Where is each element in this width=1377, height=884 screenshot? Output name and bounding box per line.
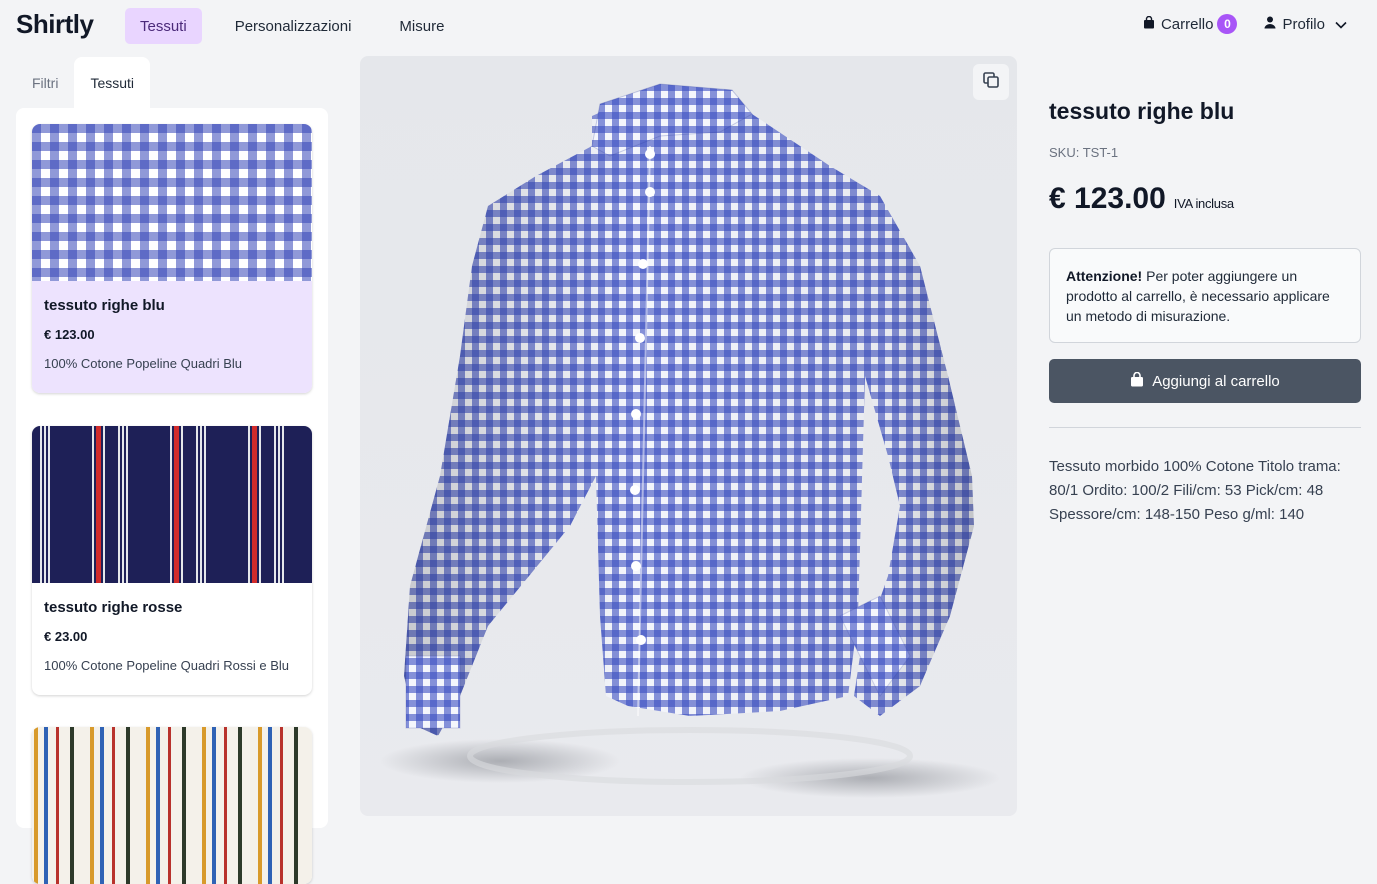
profile-label: Profilo: [1282, 15, 1325, 33]
fabric-name: tessuto righe blu: [44, 297, 165, 314]
tab-tessuti[interactable]: Tessuti: [74, 57, 151, 108]
product-sku: SKU: TST-1: [1049, 145, 1119, 160]
fabric-card-tessuto-righe-rosse[interactable]: tessuto righe rosse € 23.00 100% Cotone …: [32, 426, 312, 695]
nav-item-tessuti[interactable]: Tessuti: [125, 8, 202, 44]
price-row: € 123.00 IVA inclusa: [1049, 182, 1361, 216]
fabric-price: € 23.00: [44, 629, 88, 644]
nav-item-personalizzazioni[interactable]: Personalizzazioni: [220, 8, 367, 44]
add-to-cart-label: Aggiungi al carrello: [1152, 372, 1280, 390]
cart-label: Carrello: [1160, 15, 1214, 33]
fabric-price: € 123.00: [44, 327, 95, 342]
fabric-list-panel: tessuto righe blu € 123.00 100% Cotone P…: [16, 108, 328, 884]
fabric-card-tessuto-righe-blu[interactable]: tessuto righe blu € 123.00 100% Cotone P…: [32, 124, 312, 393]
fabric-name: tessuto righe rosse: [44, 599, 183, 616]
profile-menu[interactable]: Profilo: [1264, 16, 1347, 33]
tab-filtri[interactable]: Filtri: [16, 57, 74, 108]
nav-item-misure[interactable]: Misure: [384, 8, 459, 44]
shopping-bag-icon: [1143, 15, 1155, 33]
fabric-swatch-multicolor-stripes: [32, 727, 312, 884]
chevron-down-icon: [1335, 16, 1347, 33]
product-price: € 123.00: [1049, 182, 1166, 215]
fabric-swatch-navy-red-stripes: [32, 426, 312, 583]
shirt-preview-viewer: [360, 56, 1017, 816]
vat-note: IVA inclusa: [1173, 196, 1234, 211]
fabric-description: 100% Cotone Popeline Quadri Rossi e Blu: [44, 658, 289, 673]
sidebar-tabs: Filtri Tessuti: [16, 57, 151, 108]
user-actions: Carrello 0 Profilo: [1143, 14, 1347, 34]
shopping-bag-icon: [1130, 371, 1144, 391]
user-icon: [1264, 16, 1276, 33]
app-logo[interactable]: Shirtly: [16, 9, 94, 40]
measurement-warning-alert: Attenzione! Per poter aggiungere un prod…: [1049, 248, 1361, 343]
product-detail-panel: tessuto righe blu SKU: TST-1 € 123.00 IV…: [1049, 98, 1361, 527]
divider: [1049, 427, 1361, 428]
fabric-description: 100% Cotone Popeline Quadri Blu: [44, 356, 243, 371]
product-description: Tessuto morbido 100% Cotone Titolo trama…: [1049, 458, 1341, 523]
fabric-card-multicolor-stripes[interactable]: [32, 727, 312, 884]
product-title: tessuto righe blu: [1049, 98, 1235, 124]
alert-title: Attenzione!: [1066, 268, 1143, 284]
copy-squares-icon: [982, 71, 1000, 94]
cart-count-badge: 0: [1217, 14, 1238, 34]
main-nav: Tessuti Personalizzazioni Misure: [125, 8, 477, 44]
shirt-preview-image: [380, 83, 1000, 798]
view-toggle-button[interactable]: [973, 64, 1009, 100]
top-navigation-bar: Shirtly Tessuti Personalizzazioni Misure…: [0, 0, 1377, 54]
add-to-cart-button[interactable]: Aggiungi al carrello: [1049, 359, 1361, 403]
fabric-swatch-blue-gingham: [32, 124, 312, 281]
cart-link[interactable]: Carrello 0: [1143, 14, 1238, 34]
